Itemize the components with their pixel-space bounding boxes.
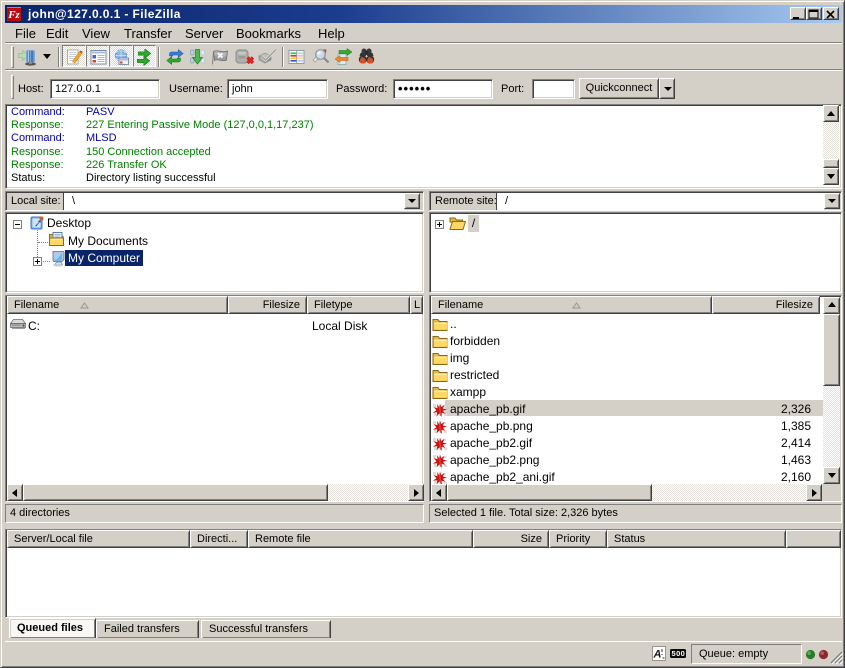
svg-text:A: A bbox=[653, 649, 662, 661]
svg-text:Fz: Fz bbox=[7, 9, 20, 21]
